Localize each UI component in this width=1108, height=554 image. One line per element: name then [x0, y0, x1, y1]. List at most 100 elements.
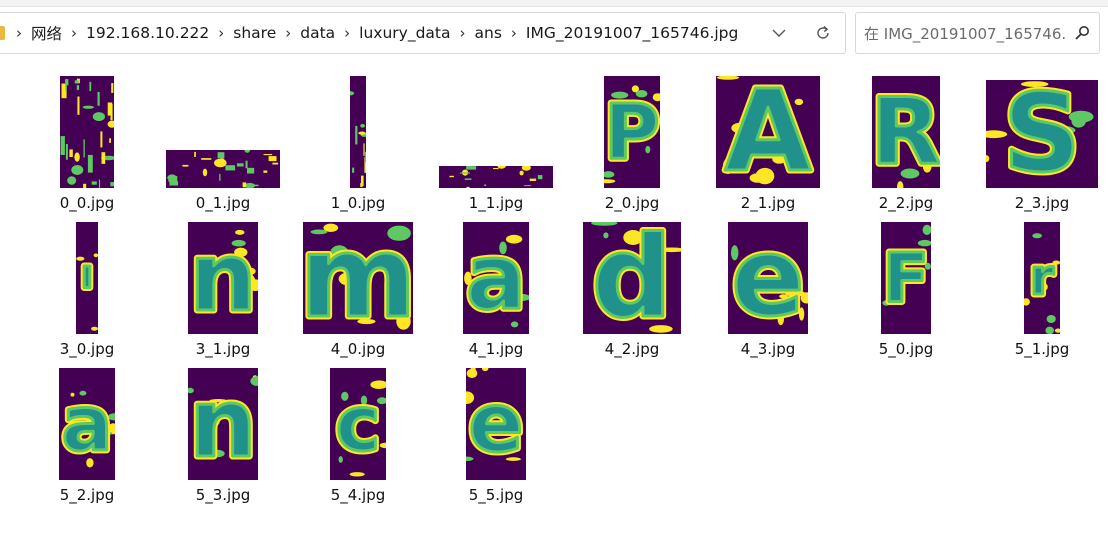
image-thumbnail: II	[76, 222, 98, 334]
image-thumbnail: dd	[583, 222, 681, 334]
chevron-right-icon[interactable]: ›	[218, 24, 224, 42]
address-path-box[interactable]: › 网络 › 192.168.10.222 › share › data › l…	[0, 12, 846, 54]
image-thumbnail	[350, 76, 366, 188]
glyph-mark: n	[189, 223, 256, 333]
file-item[interactable]: dd 4_2.jpg	[572, 220, 692, 358]
chevron-down-icon	[772, 29, 786, 37]
breadcrumb-luxury-data[interactable]: luxury_data	[357, 24, 452, 42]
file-item[interactable]: 0_0.jpg	[27, 74, 147, 212]
file-name: 4_1.jpg	[468, 340, 524, 358]
folder-icon	[0, 26, 5, 40]
file-item[interactable]: SS 2_3.jpg	[982, 74, 1102, 212]
breadcrumb: › 网络 › 192.168.10.222 › share › data › l…	[9, 22, 740, 44]
file-item[interactable]: ee 5_5.jpg	[436, 366, 556, 504]
search-input[interactable]: 在 IMG_20191007_165746....	[864, 23, 1065, 44]
chevron-right-icon[interactable]: ›	[344, 24, 350, 42]
file-item[interactable]: PP 2_0.jpg	[572, 74, 692, 212]
glyph-mark: R	[872, 79, 940, 186]
image-thumbnail: ee	[728, 222, 808, 334]
file-item[interactable]: AA 2_1.jpg	[708, 74, 828, 212]
search-box[interactable]: 在 IMG_20191007_165746....	[855, 12, 1100, 54]
image-thumbnail: cc	[330, 368, 386, 480]
image-thumbnail: nn	[188, 368, 258, 480]
file-name: 2_2.jpg	[878, 194, 934, 212]
glyph-mark: F	[883, 239, 929, 318]
glyph-mark: c	[336, 380, 381, 468]
image-thumbnail	[60, 76, 114, 188]
image-thumbnail: RR	[872, 76, 940, 188]
image-thumbnail	[439, 166, 553, 188]
file-name: 4_0.jpg	[330, 340, 386, 358]
file-item[interactable]: nn 3_1.jpg	[163, 220, 283, 358]
image-thumbnail: aa	[59, 368, 115, 480]
glyph-mark: r	[1030, 250, 1054, 306]
image-thumbnail: SS	[986, 80, 1098, 188]
breadcrumb-current-folder[interactable]: IMG_20191007_165746.jpg	[524, 24, 740, 42]
image-thumbnail: aa	[463, 222, 529, 334]
glyph-mark: d	[592, 222, 672, 334]
glyph-mark: m	[303, 222, 413, 334]
glyph-mark: S	[1003, 80, 1081, 188]
file-name: 5_3.jpg	[195, 486, 251, 504]
glyph-mark: a	[466, 226, 526, 330]
image-thumbnail: FF	[881, 222, 931, 334]
breadcrumb-network[interactable]: 网络	[29, 22, 64, 44]
breadcrumb-share[interactable]: share	[231, 24, 278, 42]
file-name: 5_0.jpg	[878, 340, 934, 358]
file-item[interactable]: 0_1.jpg	[163, 74, 283, 212]
chevron-right-icon[interactable]: ›	[71, 24, 77, 42]
file-item[interactable]: FF 5_0.jpg	[846, 220, 966, 358]
file-name: 5_1.jpg	[1014, 340, 1070, 358]
chevron-right-icon[interactable]: ›	[285, 24, 291, 42]
chevron-right-icon[interactable]: ›	[460, 24, 466, 42]
image-thumbnail: rr	[1024, 222, 1060, 334]
chevron-right-icon[interactable]: ›	[511, 24, 517, 42]
file-item[interactable]: 1_0.jpg	[298, 74, 418, 212]
file-name: 1_1.jpg	[468, 194, 524, 212]
file-name: 3_1.jpg	[195, 340, 251, 358]
image-thumbnail: nn	[188, 222, 258, 334]
file-name: 2_1.jpg	[740, 194, 796, 212]
file-name: 4_2.jpg	[604, 340, 660, 358]
file-item[interactable]: 1_1.jpg	[436, 74, 556, 212]
refresh-icon	[817, 25, 829, 39]
glyph-mark: I	[81, 261, 92, 296]
file-item[interactable]: aa 4_1.jpg	[436, 220, 556, 358]
file-name: 5_4.jpg	[330, 486, 386, 504]
file-item[interactable]: II 3_0.jpg	[27, 220, 147, 358]
search-icon[interactable]	[1065, 25, 1099, 41]
file-item[interactable]: RR 2_2.jpg	[846, 74, 966, 212]
file-item[interactable]: nn 5_3.jpg	[163, 366, 283, 504]
image-thumbnail: ee	[466, 368, 526, 480]
breadcrumb-host[interactable]: 192.168.10.222	[84, 24, 211, 42]
file-item[interactable]: aa 5_2.jpg	[27, 366, 147, 504]
glyph-mark: a	[61, 380, 112, 468]
image-thumbnail: mm	[303, 222, 413, 334]
file-item[interactable]: mm 4_0.jpg	[298, 220, 418, 358]
glyph-mark: n	[189, 369, 256, 479]
file-item[interactable]: ee 4_3.jpg	[708, 220, 828, 358]
breadcrumb-data[interactable]: data	[298, 24, 337, 42]
history-dropdown-button[interactable]	[757, 13, 801, 53]
file-name: 2_0.jpg	[604, 194, 660, 212]
file-name: 3_0.jpg	[59, 340, 115, 358]
file-name: 1_0.jpg	[330, 194, 386, 212]
file-name: 0_1.jpg	[195, 194, 251, 212]
file-name: 2_3.jpg	[1014, 194, 1070, 212]
address-bar-region: › 网络 › 192.168.10.222 › share › data › l…	[0, 0, 1108, 64]
file-grid: 0_0.jpg 0_1.jpg 1_0.jpg 1_1.jpg PP 2_0.j…	[0, 64, 1108, 554]
file-name: 4_3.jpg	[740, 340, 796, 358]
image-thumbnail	[166, 150, 280, 188]
image-thumbnail: AA	[716, 76, 820, 188]
chevron-right-icon[interactable]: ›	[16, 24, 22, 42]
image-thumbnail: PP	[604, 76, 660, 188]
breadcrumb-ans[interactable]: ans	[473, 24, 504, 42]
file-item[interactable]: cc 5_4.jpg	[298, 366, 418, 504]
file-name: 0_0.jpg	[59, 194, 115, 212]
file-name: 5_5.jpg	[468, 486, 524, 504]
file-item[interactable]: rr 5_1.jpg	[982, 220, 1102, 358]
refresh-button[interactable]	[801, 13, 845, 53]
glyph-mark: e	[731, 222, 804, 334]
window-top-edge	[0, 0, 1108, 7]
glyph-mark: e	[469, 377, 524, 471]
